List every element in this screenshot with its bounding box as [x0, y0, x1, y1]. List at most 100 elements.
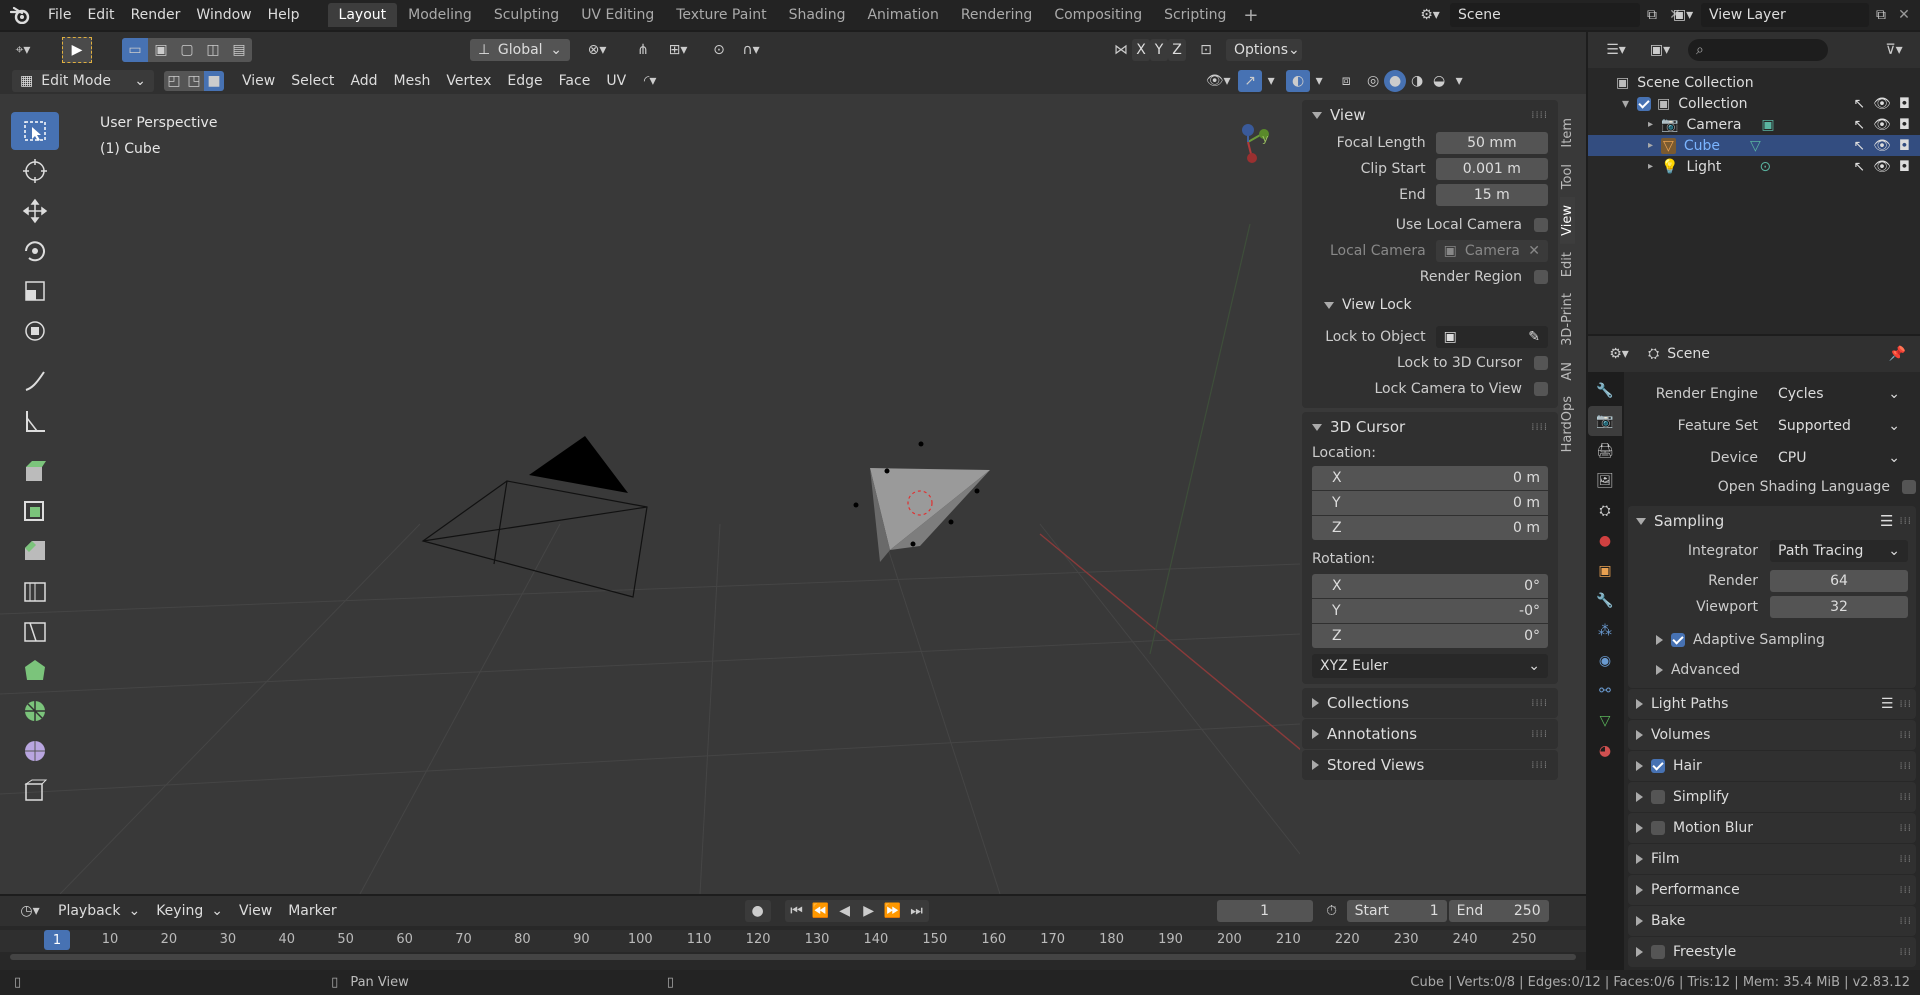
extrude-tool[interactable]	[11, 452, 59, 490]
adaptive-sampling-checkbox[interactable]	[1671, 633, 1685, 647]
presets-icon[interactable]: ☰	[1881, 696, 1894, 712]
render-icon[interactable]: ◘	[1899, 117, 1910, 133]
playhead[interactable]: 1	[44, 930, 70, 950]
tool-props-icon[interactable]: 🔧	[1588, 376, 1622, 406]
sidebar-tab-tool[interactable]: Tool	[1560, 156, 1575, 197]
cursor-rot-x-field[interactable]: X 0°	[1312, 574, 1548, 598]
vertex-select-icon[interactable]: ◰	[164, 71, 184, 91]
drag-handle-icon[interactable]: ⁞⁞⁞	[1899, 916, 1912, 927]
mirror-icon[interactable]: ⋈	[1110, 42, 1132, 58]
select-tool-icon[interactable]: ▶	[62, 37, 92, 63]
tab-shading[interactable]: Shading	[778, 3, 857, 27]
properties-panel-header[interactable]: Film ⁞⁞⁞	[1628, 844, 1916, 874]
expand-arrow-icon[interactable]: ▸	[1648, 119, 1653, 130]
edge-select-icon[interactable]: ◳	[184, 71, 204, 91]
menu-uv[interactable]: UV	[598, 73, 634, 89]
cursor-loc-x-field[interactable]: X 0 m	[1312, 466, 1548, 490]
clear-icon[interactable]: ✕	[1528, 243, 1540, 259]
lock-to-cursor-checkbox[interactable]	[1534, 356, 1548, 370]
filter-icon[interactable]: ⊽▾	[1874, 42, 1914, 58]
select-invert-icon[interactable]: ◫	[200, 38, 226, 62]
panel-enable-checkbox[interactable]	[1651, 821, 1665, 835]
outliner-collection[interactable]: ▾ ▣ Collection ↖ 👁 ◘	[1588, 93, 1920, 114]
drag-handle-icon[interactable]: ⁞⁞⁞	[1899, 854, 1912, 865]
view-layer-icon[interactable]: ▣▾	[1665, 7, 1701, 23]
sidebar-tab-hardops[interactable]: HardOps	[1560, 388, 1575, 460]
bevel-tool[interactable]	[11, 532, 59, 570]
view-layer-props-icon[interactable]: 🖼	[1588, 466, 1622, 496]
drag-handle-icon[interactable]: ⁞⁞⁞⁞	[1531, 729, 1548, 740]
stored-views-panel-header[interactable]: Stored Views ⁞⁞⁞⁞	[1312, 750, 1548, 780]
rotation-mode-dropdown[interactable]: XYZ Euler ⌄	[1312, 654, 1548, 678]
blender-logo-icon[interactable]	[0, 0, 40, 30]
menu-timeline-view[interactable]: View	[231, 903, 280, 919]
menu-vertex[interactable]: Vertex	[438, 73, 499, 89]
editor-type-icon[interactable]: ⌖▾	[0, 35, 46, 65]
overlays-dropdown-icon[interactable]: ▾	[1310, 73, 1328, 89]
properties-editor-icon[interactable]: ⚙▾	[1600, 346, 1638, 362]
proportional-edit-icon[interactable]: ⊙	[704, 42, 734, 58]
expand-arrow-icon[interactable]: ▸	[1648, 161, 1653, 172]
panel-enable-checkbox[interactable]	[1651, 945, 1665, 959]
new-scene-icon[interactable]: ⧉	[1640, 7, 1664, 23]
viewport-canvas[interactable]: y	[0, 94, 1300, 894]
face-select-icon[interactable]: ■	[204, 71, 224, 91]
outliner-camera[interactable]: ▸ 📷 Camera ▣ ↖ 👁 ◘	[1588, 114, 1920, 135]
drag-handle-icon[interactable]: ⁞⁞⁞	[1899, 699, 1912, 710]
expand-arrow-icon[interactable]: ▸	[1648, 140, 1653, 151]
cursor-loc-z-field[interactable]: Z 0 m	[1312, 516, 1548, 540]
timeline-scrollbar[interactable]	[10, 954, 1576, 960]
overlay-extra-icon[interactable]: ◜▾	[634, 73, 666, 89]
properties-panel-header[interactable]: Light Paths ☰ ⁞⁞⁞	[1628, 689, 1916, 719]
scene-field[interactable]: Scene	[1450, 3, 1640, 27]
physics-props-icon[interactable]: ◉	[1588, 646, 1622, 676]
menu-playback[interactable]: Playback	[50, 903, 128, 919]
mirror-z-toggle[interactable]: Z	[1168, 39, 1186, 61]
remove-view-layer-icon[interactable]: ✕	[1893, 7, 1915, 23]
sampling-header[interactable]: Sampling ☰ ⁞⁞⁞	[1628, 506, 1916, 536]
world-props-icon[interactable]: ●	[1588, 526, 1622, 556]
pivot-point-icon[interactable]: ⊗▾	[576, 42, 618, 58]
eye-icon[interactable]: 👁	[1873, 138, 1891, 154]
clip-end-field[interactable]: 15 m	[1435, 184, 1548, 206]
inset-tool[interactable]	[11, 492, 59, 530]
menu-edge[interactable]: Edge	[499, 73, 550, 89]
drag-handle-icon[interactable]: ⁞⁞⁞	[1899, 516, 1912, 527]
knife-tool[interactable]	[11, 612, 59, 650]
move-tool[interactable]	[11, 192, 59, 230]
timeline-ruler[interactable]: 1 10 20 30 40 50 60 70 80 90 100 110 120 130 140 150 16…	[0, 930, 1586, 952]
scene-props-icon[interactable]: ⛭	[1588, 496, 1622, 526]
menu-render[interactable]: Render	[123, 7, 189, 23]
snap-toggle-icon[interactable]: ⋔	[628, 42, 658, 58]
mode-dropdown[interactable]: ▦ Edit Mode ⌄	[12, 70, 154, 92]
tab-sculpting[interactable]: Sculpting	[483, 3, 570, 27]
properties-panel-header[interactable]: Performance ⁞⁞⁞	[1628, 875, 1916, 905]
tab-modeling[interactable]: Modeling	[397, 3, 483, 27]
select-subtract-icon[interactable]: ▢	[174, 38, 200, 62]
cursor-tool[interactable]	[11, 152, 59, 190]
sidebar-tab-3d-print[interactable]: 3D-Print	[1560, 285, 1575, 354]
measure-tool[interactable]	[11, 402, 59, 440]
drag-handle-icon[interactable]: ⁞⁞⁞	[1899, 823, 1912, 834]
drag-handle-icon[interactable]: ⁞⁞⁞	[1899, 885, 1912, 896]
pin-icon[interactable]: 📌	[1889, 346, 1906, 362]
scale-tool[interactable]	[11, 272, 59, 310]
drag-handle-icon[interactable]: ⁞⁞⁞⁞	[1531, 422, 1548, 433]
tab-compositing[interactable]: Compositing	[1043, 3, 1153, 27]
feature-set-dropdown[interactable]: Supported ⌄	[1770, 415, 1908, 437]
eye-icon[interactable]: 👁	[1873, 96, 1891, 112]
constraints-props-icon[interactable]: ⚯	[1588, 676, 1622, 706]
render-icon[interactable]: ◘	[1899, 138, 1910, 154]
tab-rendering[interactable]: Rendering	[950, 3, 1044, 27]
jump-start-icon[interactable]: ⏮	[785, 903, 809, 919]
menu-window[interactable]: Window	[188, 7, 259, 23]
smooth-tool[interactable]	[11, 732, 59, 770]
shading-dropdown-icon[interactable]: ▾	[1450, 73, 1468, 89]
mirror-y-toggle[interactable]: Y	[1150, 39, 1168, 61]
menu-add[interactable]: Add	[342, 73, 385, 89]
device-dropdown[interactable]: CPU ⌄	[1770, 447, 1908, 469]
shading-material-icon[interactable]: ◑	[1406, 73, 1428, 89]
osl-checkbox[interactable]	[1902, 480, 1916, 494]
tab-texture-paint[interactable]: Texture Paint	[665, 3, 777, 27]
advanced-label[interactable]: Advanced	[1671, 662, 1740, 678]
